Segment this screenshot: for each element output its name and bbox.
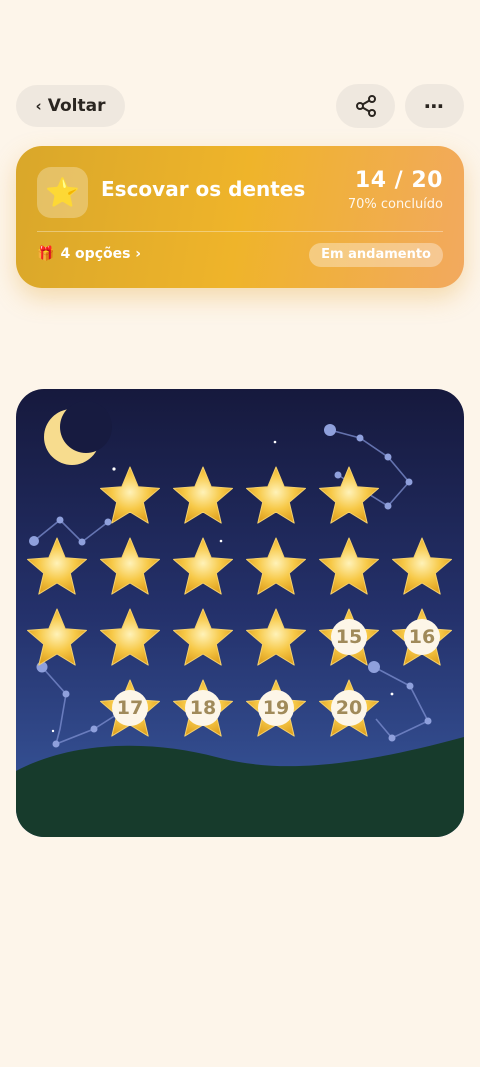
- star-number: 18: [185, 690, 221, 726]
- back-label: Voltar: [47, 96, 106, 116]
- star-completed[interactable]: [317, 534, 381, 598]
- star-icon: [100, 466, 160, 524]
- chevron-left-icon: ‹: [35, 97, 42, 115]
- more-options-button[interactable]: ⋯: [405, 84, 464, 128]
- moon-icon: [44, 401, 112, 465]
- star-completed[interactable]: [98, 463, 162, 527]
- star-number: 20: [331, 690, 367, 726]
- star-icon: [173, 608, 233, 666]
- habit-title: Escovar os dentes: [101, 177, 306, 201]
- star-pending[interactable]: 15: [317, 605, 381, 669]
- star-pending[interactable]: 20: [317, 676, 381, 740]
- share-button[interactable]: [336, 84, 395, 128]
- habit-card[interactable]: ⭐ Escovar os dentes 14 / 20 70% concluíd…: [16, 146, 464, 288]
- star-completed[interactable]: [171, 605, 235, 669]
- rewards-link[interactable]: 🎁 4 opções ›: [37, 246, 141, 262]
- star-chart-panel: 15 16 17 18 19 20: [16, 389, 464, 837]
- star-completed[interactable]: [98, 534, 162, 598]
- more-icon: ⋯: [424, 94, 445, 118]
- star-pending[interactable]: 18: [171, 676, 235, 740]
- star-icon: [246, 466, 306, 524]
- gift-icon: 🎁: [37, 246, 55, 262]
- star-completed[interactable]: [171, 463, 235, 527]
- star-icon: [27, 537, 87, 595]
- back-button[interactable]: ‹ Voltar: [16, 85, 125, 127]
- status-badge: Em andamento: [309, 243, 443, 267]
- star-icon: [100, 537, 160, 595]
- star-icon: [173, 537, 233, 595]
- habit-icon: ⭐: [37, 167, 88, 218]
- star-icon: [246, 537, 306, 595]
- top-bar: ‹ Voltar ⋯: [16, 84, 464, 128]
- star-icon: [319, 466, 379, 524]
- star-number: 19: [258, 690, 294, 726]
- star-emoji-icon: ⭐: [45, 176, 80, 209]
- rewards-label: 4 opções ›: [60, 246, 142, 262]
- star-pending[interactable]: 19: [244, 676, 308, 740]
- star-completed[interactable]: [171, 534, 235, 598]
- star-completed[interactable]: [390, 534, 454, 598]
- star-completed[interactable]: [244, 605, 308, 669]
- progress-count: 14 / 20: [354, 168, 443, 193]
- star-completed[interactable]: [25, 605, 89, 669]
- star-completed[interactable]: [317, 463, 381, 527]
- card-divider: [37, 231, 443, 232]
- star-completed[interactable]: [244, 534, 308, 598]
- star-pending[interactable]: 17: [98, 676, 162, 740]
- star-icon: [392, 537, 452, 595]
- star-completed[interactable]: [98, 605, 162, 669]
- star-icon: [246, 608, 306, 666]
- star-completed[interactable]: [244, 463, 308, 527]
- star-number: 17: [112, 690, 148, 726]
- star-pending[interactable]: 16: [390, 605, 454, 669]
- star-icon: [319, 537, 379, 595]
- star-number: 16: [404, 619, 440, 655]
- star-icon: [100, 608, 160, 666]
- progress-percent: 70% concluído: [347, 197, 443, 212]
- star-icon: [173, 466, 233, 524]
- star-icon: [27, 608, 87, 666]
- hill-shape: [16, 737, 464, 837]
- star-number: 15: [331, 619, 367, 655]
- star-completed[interactable]: [25, 534, 89, 598]
- share-icon: [355, 95, 376, 117]
